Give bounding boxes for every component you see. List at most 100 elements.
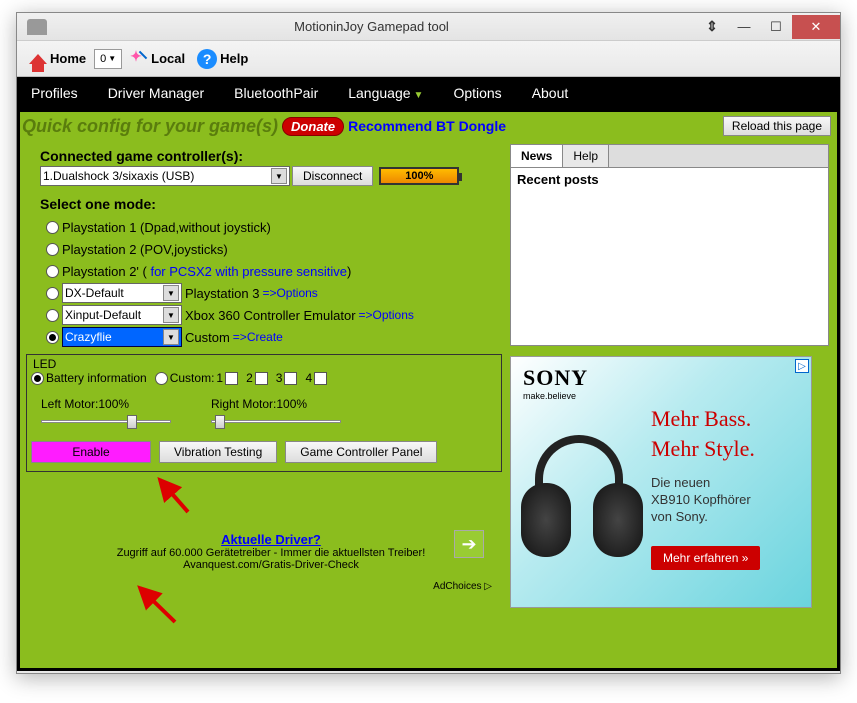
chevron-down-icon: ▼ bbox=[163, 329, 179, 345]
sony-tagline: make.believe bbox=[523, 391, 811, 401]
xi-label: Xbox 360 Controller Emulator bbox=[185, 308, 356, 323]
bt-dongle-link[interactable]: Recommend BT Dongle bbox=[348, 118, 506, 134]
tab-news[interactable]: News bbox=[511, 145, 563, 167]
mode-ps2[interactable]: Playstation 2 (POV,joysticks) bbox=[46, 238, 502, 260]
menu-options[interactable]: Options bbox=[449, 79, 505, 107]
page-title: Quick config for your game(s) bbox=[22, 116, 278, 137]
dx-label: Playstation 3 bbox=[185, 286, 259, 301]
menu-profiles[interactable]: Profiles bbox=[27, 79, 82, 107]
sony-ad[interactable]: ▷ SONY make.believe Mehr Bass. Mehr Styl… bbox=[510, 356, 812, 608]
led-2-label: 2 bbox=[246, 371, 253, 385]
led-3-checkbox[interactable] bbox=[284, 372, 297, 385]
page-body: Quick config for your game(s) Donate Rec… bbox=[20, 112, 837, 668]
menu-about[interactable]: About bbox=[528, 79, 573, 107]
led-fieldset: LED Battery information Custom: 1 2 3 4 bbox=[26, 354, 502, 472]
custom-create-link[interactable]: =>Create bbox=[233, 330, 283, 344]
mode-ps2-pcsx2[interactable]: Playstation 2' ( for PCSX2 with pressure… bbox=[46, 260, 502, 282]
enable-button[interactable]: Enable bbox=[31, 441, 151, 463]
help-icon: ? bbox=[197, 49, 217, 69]
xinput-profile-select[interactable]: Xinput-Default▼ bbox=[62, 305, 182, 325]
ad-cta-button[interactable]: Mehr erfahren » bbox=[651, 546, 760, 570]
left-motor-slider[interactable] bbox=[41, 413, 171, 431]
radio-icon bbox=[46, 265, 59, 278]
reload-button[interactable]: Reload this page bbox=[723, 116, 831, 136]
news-box: News Help Recent posts bbox=[510, 144, 829, 346]
right-motor-slider[interactable] bbox=[211, 413, 341, 431]
recent-posts-heading: Recent posts bbox=[511, 168, 828, 191]
led-2-checkbox[interactable] bbox=[255, 372, 268, 385]
right-motor-label: Right Motor:100% bbox=[211, 397, 341, 411]
mode-dx[interactable]: DX-Default ▼ Playstation 3 =>Options bbox=[46, 282, 502, 304]
restore-down-button[interactable]: ⇕ bbox=[696, 15, 728, 39]
disconnect-button[interactable]: Disconnect bbox=[292, 166, 373, 186]
left-motor-group: Left Motor:100% bbox=[41, 397, 171, 431]
minimize-button[interactable]: — bbox=[728, 15, 760, 39]
help-label: Help bbox=[220, 51, 248, 66]
text-ad-go-button[interactable]: ➔ bbox=[454, 530, 484, 558]
chevron-down-icon: ▼ bbox=[163, 285, 179, 301]
ad-body-3: von Sony. bbox=[651, 509, 811, 526]
app-window: MotioninJoy Gamepad tool ⇕ — ☐ ✕ Home 0▼… bbox=[16, 12, 841, 674]
xi-options-link[interactable]: =>Options bbox=[359, 308, 414, 322]
pcsx2-link[interactable]: for PCSX2 with pressure sensitive bbox=[150, 264, 347, 279]
menu-bluetooth-pair[interactable]: BluetoothPair bbox=[230, 79, 322, 107]
led-battery-radio[interactable] bbox=[31, 372, 44, 385]
tab-help[interactable]: Help bbox=[563, 145, 609, 167]
window-title: MotioninJoy Gamepad tool bbox=[47, 19, 696, 34]
led-1-label: 1 bbox=[216, 371, 223, 385]
ad-headline-2: Mehr Style. bbox=[651, 437, 811, 461]
menu-driver-manager[interactable]: Driver Manager bbox=[104, 79, 208, 107]
toolbar: Home 0▼ Local ? Help bbox=[17, 41, 840, 77]
menu-language-label: Language bbox=[348, 85, 410, 101]
chevron-down-icon: ▼ bbox=[414, 90, 424, 101]
mode-xinput[interactable]: Xinput-Default▼ Xbox 360 Controller Emul… bbox=[46, 304, 502, 326]
led-4-label: 4 bbox=[305, 371, 312, 385]
led-1-checkbox[interactable] bbox=[225, 372, 238, 385]
ad-close-icon[interactable]: ▷ bbox=[795, 359, 809, 373]
home-index-select[interactable]: 0▼ bbox=[94, 49, 122, 69]
text-ad[interactable]: Aktuelle Driver? Zugriff auf 60.000 Gerä… bbox=[40, 532, 502, 571]
dx-select-value: DX-Default bbox=[65, 286, 124, 300]
config-panel: Connected game controller(s): 1.Dualshoc… bbox=[20, 140, 510, 664]
home-icon bbox=[29, 54, 47, 64]
dx-profile-select[interactable]: DX-Default ▼ bbox=[62, 283, 182, 303]
dx-options-link[interactable]: =>Options bbox=[262, 286, 317, 300]
text-ad-title: Aktuelle Driver? bbox=[40, 532, 502, 547]
custom-profile-select[interactable]: Crazyflie▼ bbox=[62, 327, 182, 347]
led-custom-label: Custom: bbox=[170, 371, 215, 385]
mode-ps2b-label: Playstation 2' ( for PCSX2 with pressure… bbox=[62, 264, 351, 279]
menu-language[interactable]: Language ▼ bbox=[344, 79, 427, 107]
radio-icon bbox=[46, 331, 59, 344]
radio-icon bbox=[46, 309, 59, 322]
mode-ps1[interactable]: Playstation 1 (Dpad,without joystick) bbox=[46, 216, 502, 238]
battery-value: 100% bbox=[405, 170, 433, 182]
home-label: Home bbox=[50, 51, 86, 66]
titlebar: MotioninJoy Gamepad tool ⇕ — ☐ ✕ bbox=[17, 13, 840, 41]
led-custom-radio[interactable] bbox=[155, 372, 168, 385]
donate-button[interactable]: Donate bbox=[282, 117, 344, 136]
left-motor-label: Left Motor:100% bbox=[41, 397, 171, 411]
chevron-down-icon: ▼ bbox=[271, 168, 287, 184]
mode-label: Select one mode: bbox=[40, 196, 502, 212]
vibration-test-button[interactable]: Vibration Testing bbox=[159, 441, 277, 463]
help-button[interactable]: ? Help bbox=[193, 47, 252, 71]
controllers-label: Connected game controller(s): bbox=[40, 148, 502, 164]
mode-ps1-label: Playstation 1 (Dpad,without joystick) bbox=[62, 220, 271, 235]
radio-icon bbox=[46, 221, 59, 234]
close-button[interactable]: ✕ bbox=[792, 15, 840, 39]
side-panel: News Help Recent posts ▷ SONY make.belie… bbox=[510, 140, 837, 664]
game-controller-panel-button[interactable]: Game Controller Panel bbox=[285, 441, 437, 463]
adchoices-label[interactable]: AdChoices ▷ bbox=[40, 581, 492, 592]
headphones-icon bbox=[517, 435, 647, 595]
mode-custom[interactable]: Crazyflie▼ Custom =>Create bbox=[46, 326, 502, 348]
header-row: Quick config for your game(s) Donate Rec… bbox=[20, 112, 837, 140]
local-button[interactable]: Local bbox=[126, 48, 189, 70]
maximize-button[interactable]: ☐ bbox=[760, 15, 792, 39]
controller-select[interactable]: 1.Dualshock 3/sixaxis (USB) ▼ bbox=[40, 166, 290, 186]
right-motor-group: Right Motor:100% bbox=[211, 397, 341, 431]
led-4-checkbox[interactable] bbox=[314, 372, 327, 385]
content-frame: Quick config for your game(s) Donate Rec… bbox=[17, 109, 840, 671]
sony-logo: SONY bbox=[523, 365, 811, 391]
wand-icon bbox=[130, 50, 148, 68]
home-button[interactable]: Home bbox=[25, 49, 90, 68]
